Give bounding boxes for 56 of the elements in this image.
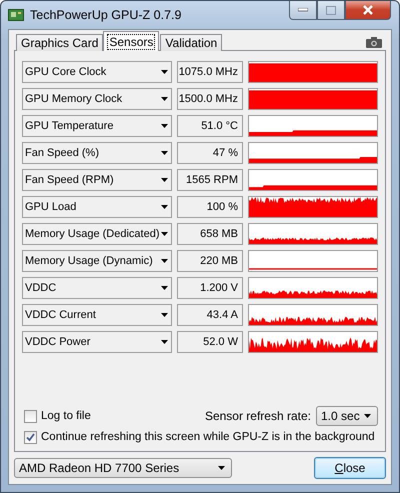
refresh-rate-dropdown[interactable]: 1.0 sec bbox=[316, 406, 378, 426]
dropdown-arrow-icon bbox=[161, 178, 168, 182]
sensor-dropdown[interactable]: GPU Temperature bbox=[22, 115, 172, 137]
sensor-dropdown[interactable]: GPU Core Clock bbox=[22, 61, 172, 83]
app-icon bbox=[8, 8, 24, 22]
dropdown-arrow-icon bbox=[161, 232, 168, 236]
dropdown-arrow-icon bbox=[161, 124, 168, 128]
sensor-dropdown[interactable]: Memory Usage (Dynamic) bbox=[22, 250, 172, 272]
maximize-icon bbox=[326, 6, 336, 14]
sensor-value: 52.0 W bbox=[177, 331, 243, 353]
sensor-value: 43.4 A bbox=[177, 304, 243, 326]
sensor-value: 658 MB bbox=[177, 223, 243, 245]
dropdown-arrow-icon bbox=[161, 151, 168, 155]
sensor-dropdown[interactable]: VDDC bbox=[22, 277, 172, 299]
sensor-value: 100 % bbox=[177, 196, 243, 218]
dropdown-arrow-icon bbox=[161, 340, 168, 344]
checkbox-label: Continue refreshing this screen while GPU-Z is in the background bbox=[41, 431, 375, 443]
sensor-value: 1565 RPM bbox=[177, 169, 243, 191]
tab[interactable]: Validation bbox=[160, 34, 222, 51]
sensor-dropdown[interactable]: VDDC Current bbox=[22, 304, 172, 326]
sensor-dropdown[interactable]: Fan Speed (RPM) bbox=[22, 169, 172, 191]
dropdown-arrow-icon bbox=[161, 259, 168, 263]
minimize-icon bbox=[298, 8, 308, 12]
sensor-dropdown[interactable]: GPU Memory Clock bbox=[22, 88, 172, 110]
sensor-dropdown[interactable]: Fan Speed (%) bbox=[22, 142, 172, 164]
dropdown-arrow-icon bbox=[161, 286, 168, 290]
dropdown-arrow-icon bbox=[161, 205, 168, 209]
sensor-dropdown[interactable]: VDDC Power bbox=[22, 331, 172, 353]
maximize-button[interactable] bbox=[317, 1, 345, 20]
checkbox-label: Log to file bbox=[41, 410, 91, 422]
dropdown-arrow-icon bbox=[161, 313, 168, 317]
sensor-value: 220 MB bbox=[177, 250, 243, 272]
minimize-button[interactable] bbox=[289, 1, 317, 20]
sensor-value: 51.0 °C bbox=[177, 115, 243, 137]
dropdown-arrow-icon bbox=[218, 466, 225, 470]
close-window-button[interactable] bbox=[345, 1, 391, 20]
dropdown-arrow-icon bbox=[161, 97, 168, 101]
dropdown-arrow-icon bbox=[364, 414, 371, 418]
tab[interactable]: Sensors bbox=[103, 31, 160, 51]
checkmark-icon bbox=[26, 432, 35, 442]
refresh-rate-label: Sensor refresh rate: bbox=[204, 409, 311, 423]
sensor-dropdown[interactable]: GPU Load bbox=[22, 196, 172, 218]
tab[interactable]: Graphics Card bbox=[16, 34, 104, 51]
sensor-dropdown[interactable]: Memory Usage (Dedicated) bbox=[22, 223, 172, 245]
dropdown-arrow-icon bbox=[161, 70, 168, 74]
gpu-select-dropdown[interactable]: AMD Radeon HD 7700 Series bbox=[14, 458, 232, 478]
sensor-value: 1500.0 MHz bbox=[177, 88, 243, 110]
sensor-value: 1075.0 MHz bbox=[177, 61, 243, 83]
close-button[interactable]: Close bbox=[314, 457, 386, 479]
sensor-value: 1.200 V bbox=[177, 277, 243, 299]
window-title: TechPowerUp GPU-Z 0.7.9 bbox=[30, 8, 182, 22]
camera-icon[interactable] bbox=[366, 36, 382, 48]
close-icon bbox=[362, 5, 374, 15]
checkbox[interactable] bbox=[24, 410, 37, 422]
checkbox[interactable] bbox=[24, 430, 37, 444]
sensor-value: 47 % bbox=[177, 142, 243, 164]
